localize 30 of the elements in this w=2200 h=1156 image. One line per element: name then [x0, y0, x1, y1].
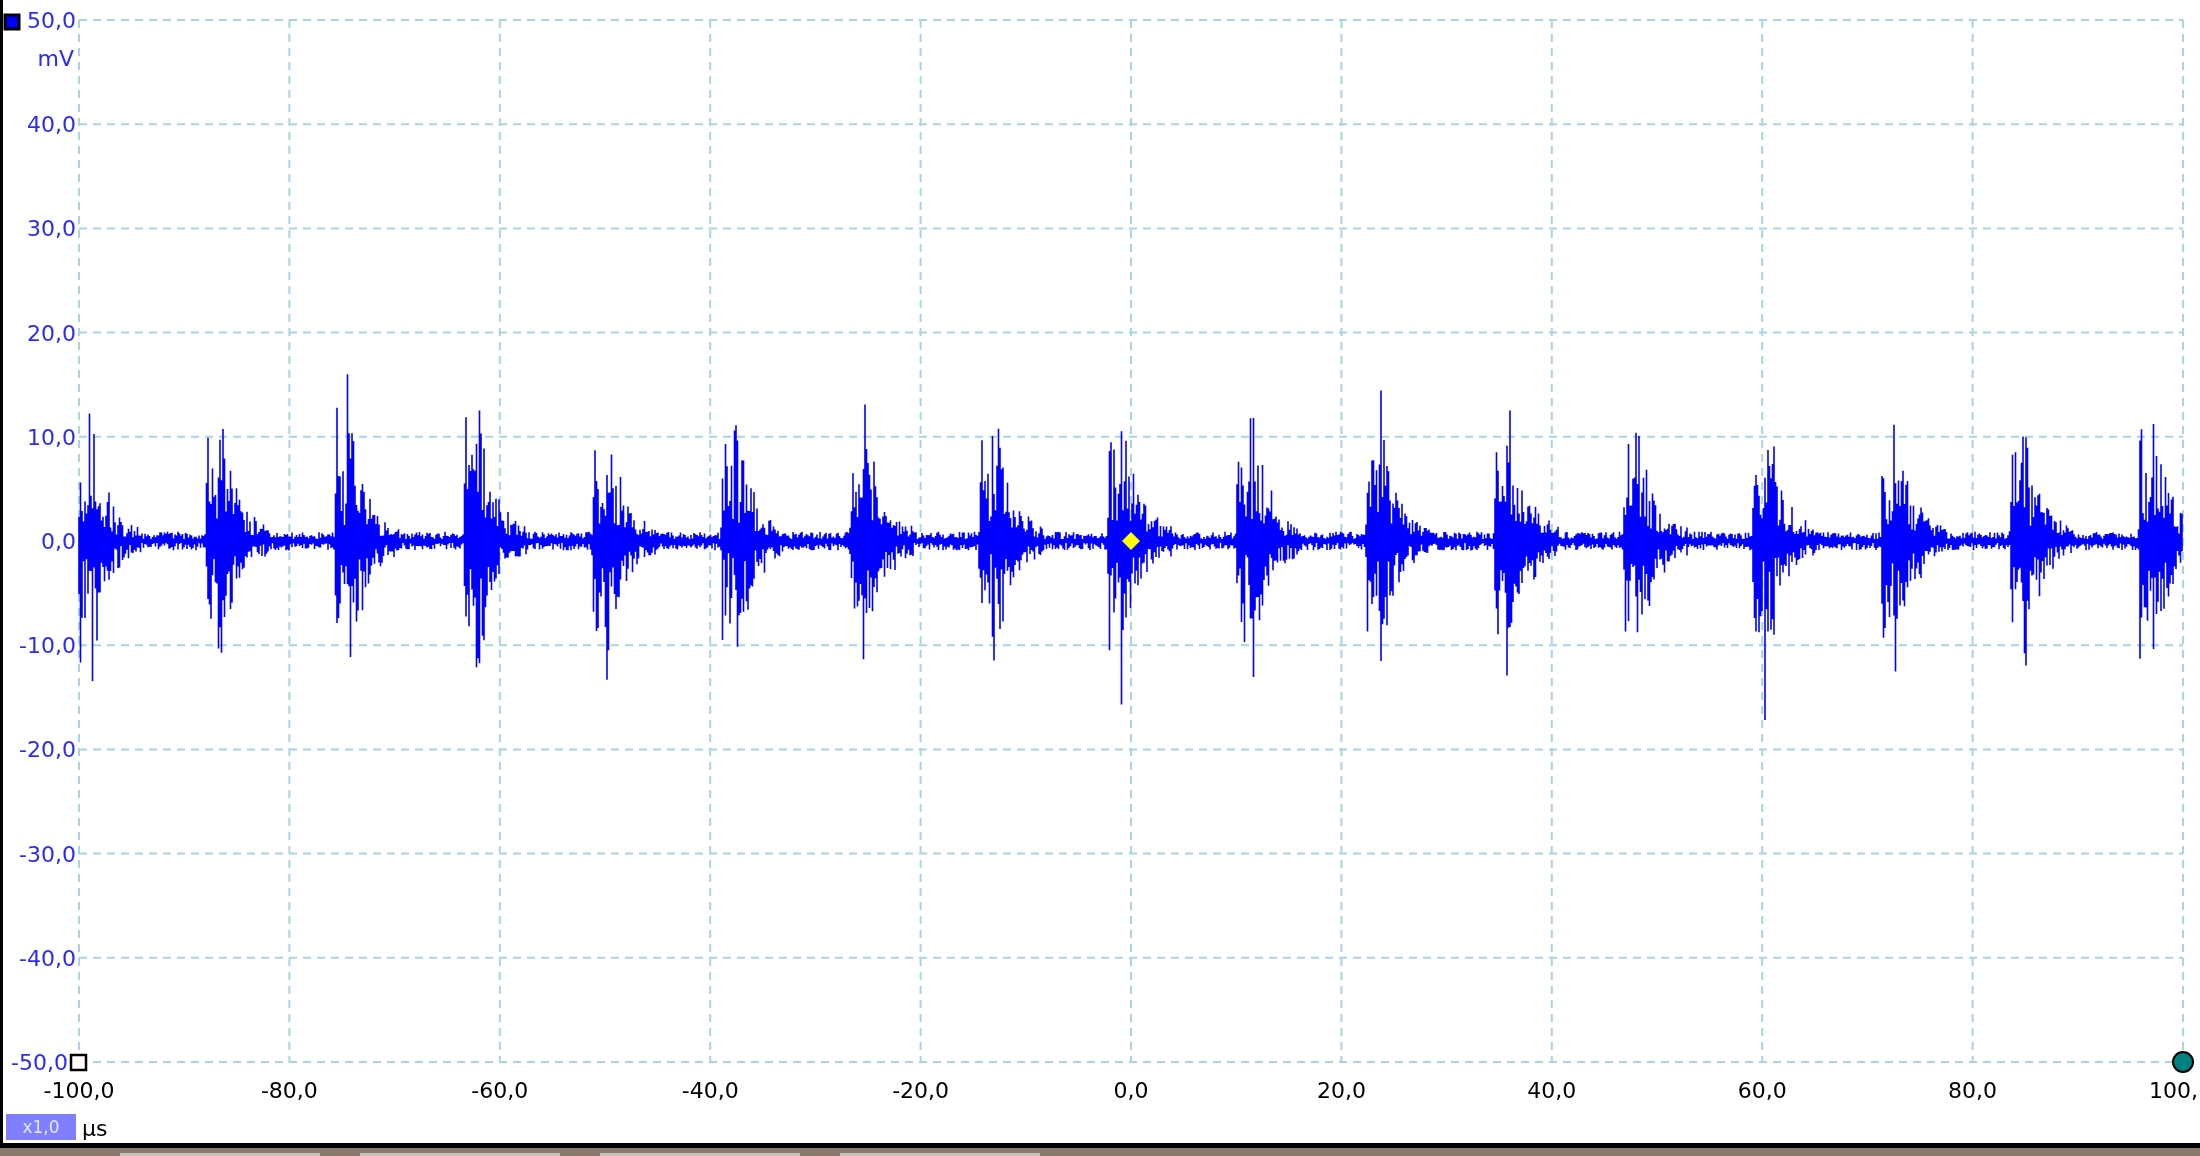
- x-axis-label: -40,0: [681, 1078, 739, 1103]
- y-axis-label: 40,0: [27, 112, 76, 138]
- channel-marker[interactable]: [3, 13, 21, 31]
- x-axis-label: -100,0: [43, 1078, 115, 1103]
- x-axis-label: -20,0: [892, 1078, 950, 1103]
- x-axis-label: -80,0: [260, 1078, 318, 1103]
- y-axis-label: -50,0: [11, 1050, 68, 1075]
- y-axis-label: 50,0: [27, 8, 76, 33]
- y-axis-label: -20,0: [19, 737, 76, 763]
- x-axis-unit: μs: [82, 1116, 108, 1141]
- x-axis-label: 80,0: [1948, 1078, 1998, 1103]
- y-axis-label: 20,0: [27, 320, 76, 346]
- y-axis-label: 30,0: [27, 216, 76, 242]
- trigger-marker[interactable]: [1122, 532, 1140, 550]
- y-axis-label: -40,0: [19, 945, 76, 971]
- x-axis-label: 40,0: [1527, 1078, 1577, 1103]
- y-axis-label: -10,0: [19, 633, 76, 659]
- y-axis-label: 10,0: [27, 424, 76, 450]
- x-axis-label: 0,0: [1113, 1078, 1149, 1103]
- x-axis-label: -60,0: [471, 1078, 529, 1103]
- x-axis-label: 20,0: [1316, 1078, 1366, 1103]
- y-axis-label: -30,0: [19, 841, 76, 867]
- zoom-badge: [6, 1114, 76, 1140]
- ruler-marker[interactable]: [2172, 1051, 2194, 1073]
- y-axis-label: 0,0: [41, 529, 76, 554]
- ruler-marker[interactable]: [69, 1053, 88, 1072]
- x-axis-label: 60,0: [1737, 1078, 1787, 1103]
- y-axis-unit: mV: [37, 46, 74, 71]
- zoom-factor: x1,0: [22, 1117, 60, 1137]
- x-axis-label: 100,: [2149, 1078, 2198, 1103]
